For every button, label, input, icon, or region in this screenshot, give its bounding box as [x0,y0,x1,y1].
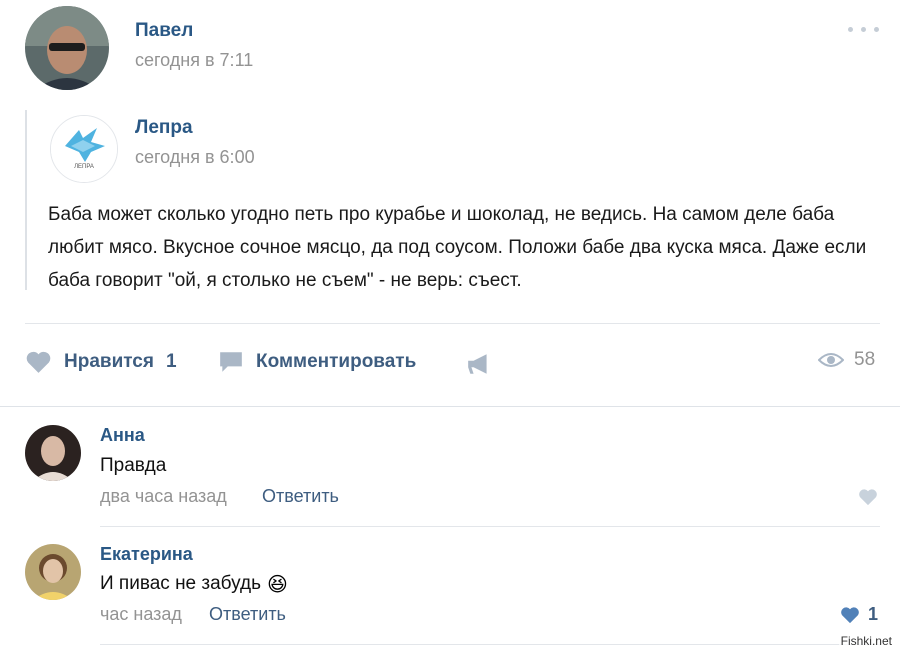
comment-avatar[interactable] [25,544,81,600]
comment-like-count: 1 [868,604,879,624]
post-author-avatar[interactable] [25,6,109,90]
eye-icon [818,353,844,367]
post-divider [25,323,880,324]
repost-logo-text: ЛЕПРА [74,164,94,170]
like-label: Нравится [64,351,154,372]
actions-divider [0,406,900,407]
share-button[interactable] [466,352,492,376]
comment-time[interactable]: час назад [100,604,182,625]
comment-divider [100,526,880,527]
post-author-name[interactable]: Павел [135,20,193,42]
comment-body: И пивас не забудь 😆 [100,572,288,596]
like-button[interactable]: Нравится 1 [25,350,177,374]
views-count: 58 [854,349,876,370]
comment-text: Правда [100,455,167,476]
repost-author-name[interactable]: Лепра [135,117,193,139]
like-count: 1 [165,351,177,372]
comment-author[interactable]: Анна [100,425,145,446]
repost-quote-bar [25,110,27,290]
megaphone-icon [468,354,487,374]
repost-time[interactable]: сегодня в 6:00 [135,147,255,168]
comment-author[interactable]: Екатерина [100,544,193,565]
comment-icon [220,352,242,372]
views-counter: 58 [818,349,875,371]
comment-like-button[interactable] [858,488,878,511]
more-options-icon[interactable] [846,22,882,36]
repost-source-avatar[interactable]: ЛЕПРА [50,115,118,183]
heart-icon [26,351,51,373]
heart-icon [859,489,877,506]
post-time[interactable]: сегодня в 7:11 [135,50,253,71]
comment-avatar[interactable] [25,425,81,481]
comment-divider [100,644,880,645]
laughing-emoji-icon: 😆 [267,572,288,596]
reply-link[interactable]: Ответить [262,486,339,507]
comment-like-button[interactable]: 1 [840,604,878,625]
reply-link[interactable]: Ответить [209,604,286,625]
comment-text: И пивас не забудь [100,573,261,594]
comment-time[interactable]: два часа назад [100,486,227,507]
repost-text: Баба может сколько угодно петь про кураб… [48,204,867,291]
watermark: Fishki.net [838,634,894,648]
comment-label: Комментировать [256,351,417,372]
heart-icon [841,606,859,623]
comment-button[interactable]: Комментировать [218,350,416,374]
